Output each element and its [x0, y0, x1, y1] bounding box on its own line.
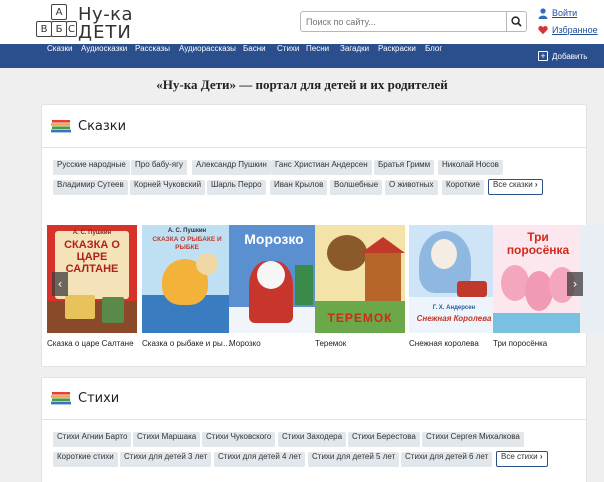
cover-title: Морозко: [244, 231, 304, 247]
cover-title: Три поросёнка: [506, 230, 570, 257]
all-fairy-tales-button[interactable]: Все сказки ›: [488, 179, 543, 195]
carousel-next-button[interactable]: ›: [567, 272, 583, 296]
fairy-tales-header: Сказки: [42, 105, 586, 148]
page-headline: «Ну-ка Дети» — портал для детей и их род…: [156, 77, 448, 92]
nav-item-audio-tales[interactable]: Аудиосказки: [81, 44, 127, 68]
nav-item-fairy-tales[interactable]: Сказки: [47, 44, 72, 68]
tag-age-4[interactable]: Стихи для детей 4 лет: [214, 452, 306, 467]
nav-item-fables[interactable]: Басни: [243, 44, 266, 68]
cover-title: СКАЗКА О РЫБАКЕ И РЫБКЕ: [152, 236, 222, 251]
search-input[interactable]: [301, 12, 507, 31]
logo-block-c: В: [36, 21, 52, 37]
tag-zakhoder[interactable]: Стихи Заходера: [278, 432, 347, 447]
add-label: Добавить: [552, 51, 588, 61]
cover-author: А. С. Пушкин: [167, 228, 207, 234]
book-cover-fisherman: А. С. Пушкин СКАЗКА О РЫБАКЕ И РЫБКЕ: [142, 225, 232, 333]
nav-item-blog[interactable]: Блог: [425, 44, 442, 68]
cover-title: Снежная Королева: [416, 314, 492, 323]
chevron-right-icon: ›: [534, 180, 538, 189]
book-caption: Снежная королева: [409, 339, 479, 348]
favorites-label: Избранное: [552, 25, 598, 35]
login-link[interactable]: Войти: [538, 7, 577, 19]
tag-age-3[interactable]: Стихи для детей 3 лет: [120, 452, 212, 467]
tag-mikhalkov[interactable]: Стихи Сергея Михалкова: [422, 432, 524, 447]
nav-item-songs[interactable]: Песни: [306, 44, 329, 68]
book-cover-snow-queen: Г. Х. Андерсен Снежная Королева: [409, 225, 499, 333]
tag-chukovsky-poems[interactable]: Стихи Чуковского: [202, 432, 276, 447]
tag-short[interactable]: Короткие: [442, 180, 484, 195]
cover-title: ТЕРЕМОК: [327, 311, 393, 325]
chevron-left-icon: ‹: [57, 277, 63, 291]
nav-item-riddles[interactable]: Загадки: [340, 44, 369, 68]
tag-suteev[interactable]: Владимир Сутеев: [53, 180, 128, 195]
site-logo[interactable]: А Б В С Ну-ка ДЕТИ: [36, 4, 137, 43]
tag-nosov[interactable]: Николай Носов: [438, 160, 503, 175]
site-header: А Б В С Ну-ка ДЕТИ Войти Избранное: [0, 0, 604, 44]
tag-pushkin[interactable]: Александр Пушкин: [192, 160, 271, 175]
logo-text-bottom: ДЕТИ: [78, 22, 132, 43]
logo-block-b: Б: [51, 21, 67, 37]
all-poems-label: Все стихи: [501, 452, 538, 461]
main-nav: Сказки Аудиосказки Рассказы Аудиорассказ…: [0, 44, 604, 68]
heart-icon: [538, 26, 548, 35]
cover-author: Г. Х. Андерсен: [432, 305, 476, 311]
carousel-prev-button[interactable]: ‹: [52, 272, 68, 296]
nav-item-stories[interactable]: Рассказы: [135, 44, 170, 68]
book-caption: Три поросёнка: [493, 339, 548, 348]
book-caption: Морозко: [229, 339, 261, 348]
abc-blocks-icon: А Б В С: [36, 4, 77, 41]
tag-baba-yaga[interactable]: Про бабу-ягу: [131, 160, 188, 175]
cover-author: А. С. Пушкин: [72, 230, 112, 236]
all-poems-button[interactable]: Все стихи ›: [496, 451, 548, 467]
chevron-right-icon: ›: [539, 452, 543, 461]
book-cover-partial: [580, 225, 604, 333]
tag-russian-folk[interactable]: Русские народные: [53, 160, 130, 175]
magnifier-icon: [511, 16, 522, 27]
add-button[interactable]: + Добавить: [538, 50, 587, 62]
book-caption: Сказка о рыбаке и рыбке: [142, 339, 234, 348]
search-button[interactable]: [506, 12, 526, 31]
poems-title: Стихи: [78, 391, 120, 406]
all-fairy-tales-label: Все сказки: [493, 180, 533, 189]
chevron-right-icon: ›: [572, 277, 578, 291]
book-caption: Теремок: [315, 339, 347, 348]
tag-berestov[interactable]: Стихи Берестова: [348, 432, 420, 447]
tag-animals[interactable]: О животных: [385, 180, 438, 195]
books-stack-icon: [51, 120, 71, 133]
logo-block-a: А: [51, 4, 67, 20]
tag-magic[interactable]: Волшебные: [330, 180, 383, 195]
tag-chukovsky[interactable]: Корней Чуковский: [130, 180, 206, 195]
poems-header: Стихи: [42, 378, 586, 420]
plus-icon: +: [538, 51, 548, 61]
fairy-tales-title: Сказки: [78, 119, 127, 134]
nav-item-poems[interactable]: Стихи: [277, 44, 299, 68]
nav-item-coloring[interactable]: Раскраски: [378, 44, 416, 68]
book-cover-morozko: Морозко: [229, 225, 319, 333]
tag-grimm[interactable]: Братья Гримм: [374, 160, 435, 175]
logo-block-d: С: [66, 21, 77, 37]
search-box: [300, 11, 527, 32]
tag-andersen[interactable]: Ганс Христиан Андерсен: [271, 160, 372, 175]
user-icon: [538, 7, 548, 19]
book-cover-teremok: ТЕРЕМОК: [315, 225, 405, 333]
cover-title: СКАЗКА О ЦАРЕ САЛТАНЕ: [64, 239, 120, 275]
book-caption: Сказка о царе Салтане: [47, 339, 134, 348]
books-stack-icon: [51, 392, 71, 405]
tag-perrault[interactable]: Шарль Перро: [207, 180, 266, 195]
tag-marshak[interactable]: Стихи Маршака: [133, 432, 201, 447]
login-label: Войти: [552, 8, 578, 18]
tag-age-6[interactable]: Стихи для детей 6 лет: [401, 452, 493, 467]
nav-item-audio-stories[interactable]: Аудиорассказы: [179, 44, 236, 68]
tag-krylov[interactable]: Иван Крылов: [270, 180, 328, 195]
tag-age-5[interactable]: Стихи для детей 5 лет: [308, 452, 400, 467]
tag-barto[interactable]: Стихи Агнии Барто: [53, 432, 132, 447]
tag-short-poems[interactable]: Короткие стихи: [53, 452, 118, 467]
favorites-link[interactable]: Избранное: [538, 24, 598, 36]
